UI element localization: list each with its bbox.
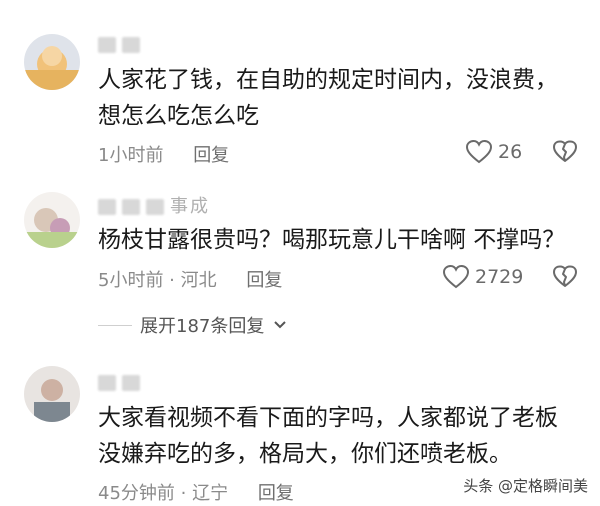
comment-text: 人家花了钱，在自助的规定时间内，没浪费，想怎么吃怎么吃 bbox=[98, 67, 558, 129]
like-count: 2729 bbox=[475, 266, 524, 288]
reply-button[interactable]: 回复 bbox=[258, 483, 294, 504]
dislike-button[interactable] bbox=[553, 265, 577, 289]
comment-time: 5小时前 · 河北 bbox=[98, 270, 217, 291]
broken-heart-icon bbox=[553, 265, 577, 287]
like-button[interactable]: 26 bbox=[466, 140, 522, 164]
broken-heart-icon bbox=[553, 140, 577, 162]
comment-time: 45分钟前 · 辽宁 bbox=[98, 483, 229, 504]
divider-line bbox=[98, 324, 132, 326]
like-button[interactable]: 2729 bbox=[443, 265, 523, 289]
avatar[interactable] bbox=[24, 192, 80, 248]
watermark: 头条 @定格瞬间美 bbox=[463, 475, 588, 496]
dislike-button[interactable] bbox=[553, 140, 577, 164]
avatar[interactable] bbox=[24, 34, 80, 90]
chevron-down-icon bbox=[274, 321, 287, 329]
heart-icon bbox=[443, 265, 469, 289]
expand-replies-label: 展开187条回复 bbox=[140, 316, 265, 337]
expand-replies-button[interactable]: 展开187条回复 bbox=[98, 312, 288, 338]
comment-meta: 1小时前 回复 bbox=[98, 141, 229, 167]
comment-text: 大家看视频不看下面的字吗，人家都说了老板没嫌弃吃的多，格局大，你们还喷老板。 bbox=[98, 405, 558, 467]
like-count: 26 bbox=[498, 141, 523, 163]
comment-thread: 人家花了钱，在自助的规定时间内，没浪费，想怎么吃怎么吃 1小时前 回复 26 事… bbox=[0, 0, 600, 506]
comment-meta: 45分钟前 · 辽宁 回复 bbox=[98, 479, 294, 505]
comment-time: 1小时前 bbox=[98, 145, 164, 166]
reply-button[interactable]: 回复 bbox=[193, 145, 229, 166]
author-name[interactable] bbox=[98, 34, 146, 55]
heart-icon bbox=[466, 140, 492, 164]
author-name[interactable]: 事成 bbox=[98, 192, 210, 218]
comment-meta: 5小时前 · 河北 回复 bbox=[98, 266, 282, 292]
reply-button[interactable]: 回复 bbox=[246, 270, 282, 291]
author-name[interactable] bbox=[98, 372, 146, 393]
author-name-suffix: 事成 bbox=[170, 196, 210, 217]
comment-text: 杨枝甘露很贵吗？喝那玩意儿干啥啊 不撑吗？ bbox=[98, 227, 566, 253]
watermark-text: 头条 @定格瞬间美 bbox=[463, 477, 588, 495]
avatar[interactable] bbox=[24, 366, 80, 422]
